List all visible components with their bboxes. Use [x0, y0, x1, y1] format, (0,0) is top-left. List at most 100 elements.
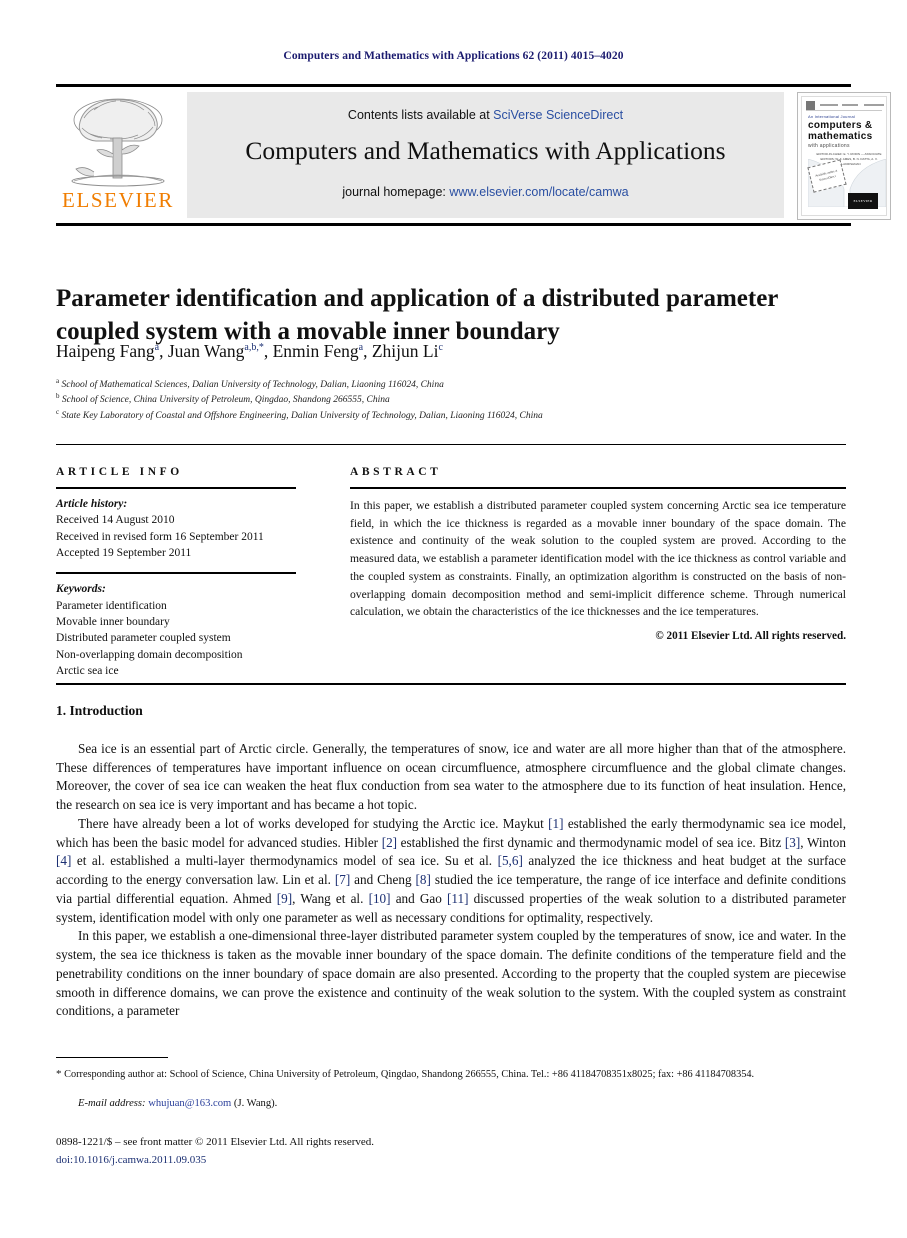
- keyword-item: Movable inner boundary: [56, 615, 170, 628]
- elsevier-tree-icon: [71, 98, 165, 187]
- author-name: Zhijun Li: [371, 341, 439, 361]
- affiliation-text: School of Mathematical Sciences, Dalian …: [61, 380, 444, 390]
- elsevier-wordmark: ELSEVIER: [62, 188, 174, 212]
- cover-title-line2: mathematics: [808, 131, 873, 142]
- text-run: and Gao: [390, 890, 448, 906]
- homepage-prefix: journal homepage:: [342, 185, 450, 199]
- cover-logo-block: [806, 101, 815, 110]
- author-marks: a: [154, 342, 160, 354]
- paragraph: In this paper, we establish a one-dimens…: [56, 928, 846, 1019]
- homepage-link[interactable]: www.elsevier.com/locate/camwa: [449, 185, 628, 199]
- journal-cover-thumbnail: An International Journal computers & mat…: [797, 92, 891, 220]
- article-info-rule: [56, 487, 296, 489]
- masthead-bottom-rule: [56, 223, 851, 226]
- article-page: Computers and Mathematics with Applicati…: [0, 0, 907, 1238]
- cover-topline-2: [842, 104, 858, 106]
- journal-cover-inner: An International Journal computers & mat…: [801, 96, 887, 216]
- cover-title-line1: computers &: [808, 120, 873, 131]
- author-name: Juan Wang: [167, 341, 245, 361]
- section-heading-introduction: 1. Introduction: [56, 703, 143, 718]
- sciencedirect-link[interactable]: SciVerse ScienceDirect: [493, 108, 623, 122]
- elsevier-logo: ELSEVIER: [58, 92, 178, 218]
- article-info-column: ARTICLE INFO Article history: Received 1…: [56, 466, 296, 679]
- author-item: Enmin Fenga: [273, 341, 364, 361]
- abstract-text: In this paper, we establish a distribute…: [350, 499, 846, 619]
- body-content: Sea ice is an essential part of Arctic c…: [56, 740, 846, 1021]
- author-name: Haipeng Fang: [56, 341, 155, 361]
- citation-ref[interactable]: [5,6]: [498, 853, 523, 868]
- affiliation-label: c: [56, 407, 60, 416]
- asterisk-icon: *: [56, 1068, 62, 1080]
- affiliation-label: b: [56, 392, 60, 401]
- affiliation-list: a School of Mathematical Sciences, Dalia…: [56, 376, 846, 424]
- author-list: Haipeng Fanga, Juan Wanga,b,*, Enmin Fen…: [56, 341, 443, 361]
- cover-kicker: An International Journal: [808, 114, 856, 119]
- journal-banner: Contents lists available at SciVerse Sci…: [187, 92, 784, 218]
- text-run: , Winton: [800, 834, 846, 850]
- masthead-top-rule: [56, 84, 851, 87]
- info-top-rule: [56, 444, 846, 445]
- citation-ref[interactable]: [4]: [56, 853, 71, 868]
- corresponding-author-text: Corresponding author at: School of Scien…: [64, 1069, 755, 1080]
- keywords-block: Keywords: Parameter identification Movab…: [56, 581, 296, 679]
- article-history: Article history: Received 14 August 2010…: [56, 496, 296, 561]
- citation-ref[interactable]: [9]: [277, 891, 292, 906]
- text-run: established the first dynamic and thermo…: [397, 834, 785, 850]
- email-suffix: (J. Wang).: [233, 1098, 278, 1109]
- author-name: Enmin Feng: [272, 341, 359, 361]
- cover-title-line3: with applications: [808, 143, 850, 149]
- affiliation-text: School of Science, China University of P…: [61, 395, 390, 406]
- contents-lists-prefix: Contents lists available at: [347, 108, 494, 122]
- author-item: Zhijun Lic: [372, 341, 443, 361]
- abstract-heading: ABSTRACT: [350, 466, 442, 478]
- email-label: E-mail address:: [78, 1098, 146, 1109]
- page-title: Parameter identification and application…: [56, 284, 778, 345]
- citation-ref[interactable]: [3]: [785, 835, 800, 850]
- corresponding-author-note: * Corresponding author at: School of Sci…: [56, 1066, 846, 1083]
- affiliation-item: c State Key Laboratory of Coastal and Of…: [56, 407, 846, 424]
- abstract-copyright: © 2011 Elsevier Ltd. All rights reserved…: [655, 630, 846, 643]
- citation-ref[interactable]: [1]: [548, 816, 563, 831]
- article-history-label: Article history:: [56, 498, 128, 510]
- footnote-rule: [56, 1057, 168, 1058]
- keywords-label: Keywords:: [56, 583, 106, 596]
- author-marks: a,b,*: [244, 342, 264, 354]
- abstract-rule: [350, 487, 846, 489]
- journal-homepage-line: journal homepage: www.elsevier.com/locat…: [187, 185, 784, 199]
- affiliation-label: a: [56, 376, 60, 385]
- running-head: Computers and Mathematics with Applicati…: [283, 50, 624, 62]
- cover-topline-1: [820, 104, 838, 106]
- cover-topbar: [806, 101, 884, 111]
- citation-ref[interactable]: [10]: [369, 891, 391, 906]
- citation-ref[interactable]: [2]: [382, 835, 397, 850]
- history-item: Accepted 19 September 2011: [56, 546, 192, 559]
- article-info-heading: ARTICLE INFO: [56, 466, 183, 478]
- issn-frontmatter-line: 0898-1221/$ – see front matter © 2011 El…: [56, 1136, 375, 1148]
- citation-ref[interactable]: [8]: [416, 872, 431, 887]
- cover-topline-3: [864, 104, 884, 106]
- keyword-item: Arctic sea ice: [56, 664, 119, 677]
- email-link[interactable]: whujuan@163.com: [148, 1098, 231, 1109]
- citation-ref[interactable]: [11]: [447, 891, 468, 906]
- text-run: et al. established a multi-layer thermod…: [71, 853, 498, 869]
- journal-masthead: ELSEVIER Contents lists available at Sci…: [56, 84, 891, 226]
- journal-title: Computers and Mathematics with Applicati…: [245, 136, 726, 165]
- affiliation-item: a School of Mathematical Sciences, Dalia…: [56, 376, 846, 393]
- affiliation-text: State Key Laboratory of Coastal and Offs…: [61, 410, 543, 421]
- email-line: E-mail address: whujuan@163.com (J. Wang…: [56, 1098, 846, 1109]
- history-item: Received in revised form 16 September 20…: [56, 530, 264, 543]
- text-run: , Wang et al.: [292, 890, 369, 906]
- info-bottom-rule: [56, 683, 846, 685]
- author-item: Haipeng Fanga: [56, 341, 159, 361]
- keyword-item: Non-overlapping domain decomposition: [56, 648, 243, 661]
- author-marks: a: [358, 342, 364, 354]
- affiliation-item: b School of Science, China University of…: [56, 393, 846, 408]
- keyword-item: Distributed parameter coupled system: [56, 632, 231, 645]
- history-item: Received 14 August 2010: [56, 514, 175, 527]
- keyword-item: Parameter identification: [56, 599, 167, 612]
- author-marks: c: [438, 342, 443, 354]
- contents-lists-line: Contents lists available at SciVerse Sci…: [187, 108, 784, 122]
- doi-link[interactable]: doi:10.1016/j.camwa.2011.09.035: [56, 1154, 206, 1166]
- citation-ref[interactable]: [7]: [335, 872, 350, 887]
- paragraph: Sea ice is an essential part of Arctic c…: [56, 741, 846, 813]
